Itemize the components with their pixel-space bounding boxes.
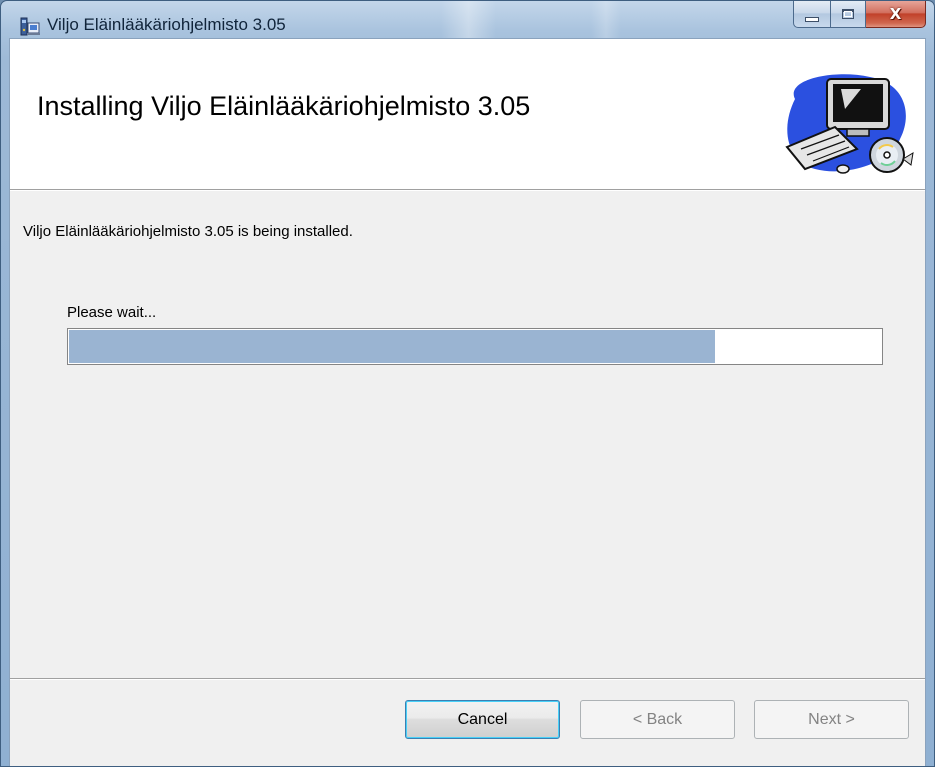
computer-with-cd-icon bbox=[785, 74, 914, 174]
maximize-button[interactable] bbox=[831, 1, 866, 28]
next-button[interactable]: Next > bbox=[754, 700, 909, 739]
please-wait-label: Please wait... bbox=[67, 304, 157, 321]
installer-window: Viljo Eläinlääkäriohjelmisto 3.05 X Inst… bbox=[0, 0, 935, 767]
page-title: Installing Viljo Eläinlääkäriohjelmisto … bbox=[37, 91, 531, 121]
install-status-text: Viljo Eläinlääkäriohjelmisto 3.05 is bei… bbox=[23, 223, 353, 240]
minimize-icon bbox=[805, 16, 819, 22]
cancel-button[interactable]: Cancel bbox=[405, 700, 560, 739]
header-banner: Installing Viljo Eläinlääkäriohjelmisto … bbox=[10, 39, 925, 190]
window-title: Viljo Eläinlääkäriohjelmisto 3.05 bbox=[47, 15, 286, 34]
install-progress-bar bbox=[67, 328, 883, 365]
banner-divider bbox=[10, 190, 925, 191]
minimize-button[interactable] bbox=[793, 1, 831, 28]
footer-divider bbox=[10, 678, 925, 680]
installer-app-icon[interactable] bbox=[19, 15, 41, 37]
close-button[interactable]: X bbox=[866, 1, 926, 28]
back-button[interactable]: < Back bbox=[580, 700, 735, 739]
maximize-icon bbox=[842, 9, 854, 19]
title-bar[interactable]: Viljo Eläinlääkäriohjelmisto 3.05 X bbox=[1, 1, 934, 39]
dialog-client-area: Installing Viljo Eläinlääkäriohjelmisto … bbox=[9, 38, 926, 766]
caption-buttons: X bbox=[793, 1, 926, 29]
close-icon: X bbox=[889, 5, 902, 23]
progress-fill bbox=[69, 330, 715, 363]
